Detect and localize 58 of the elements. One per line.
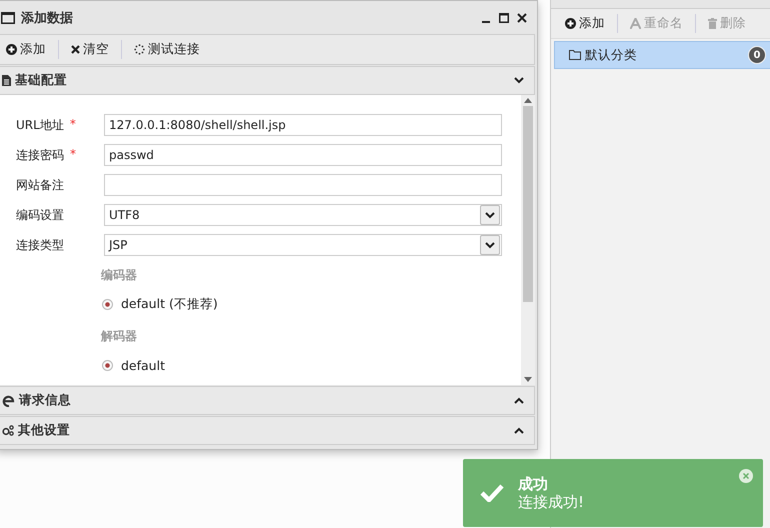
letter-a-icon (630, 18, 641, 29)
toast-title: 成功 (518, 475, 549, 493)
maximize-icon (499, 12, 509, 22)
checkmark-icon (480, 484, 504, 502)
plus-circle-icon (6, 44, 17, 55)
toolbar-button[interactable]: 添加 (2, 38, 50, 62)
toolbar-button[interactable]: 测试连接 (130, 38, 204, 62)
minimize-icon (482, 20, 490, 22)
toolbar-button[interactable]: 添加 (561, 12, 609, 36)
scroll-down-icon (524, 377, 532, 382)
field-label: 编码设置 (16, 206, 64, 224)
chevron-down-icon (485, 242, 495, 248)
close-icon (71, 45, 80, 54)
document-icon (2, 75, 11, 86)
close-icon (517, 12, 527, 22)
input-field[interactable]: passwd (104, 144, 502, 166)
section-title: 请求信息 (19, 392, 71, 409)
category-name: 默认分类 (585, 46, 637, 64)
close-icon (743, 473, 749, 479)
radio-button[interactable] (102, 360, 113, 370)
group-label: 解码器 (101, 328, 138, 342)
chevron-down-icon (514, 77, 524, 84)
count-badge: 0 (748, 46, 766, 64)
folder-icon (569, 50, 581, 60)
trash-icon (708, 18, 717, 29)
toast-message: 连接成功! (518, 493, 584, 511)
scrollbar-thumb[interactable] (523, 106, 533, 302)
spinner-icon (134, 44, 145, 55)
dropdown-field[interactable]: UTF8 (104, 204, 502, 226)
input-field[interactable]: 127.0.0.1:8080/shell/shell.jsp (104, 114, 502, 136)
field-label: 连接密码 (16, 146, 64, 164)
scroll-up-icon (524, 98, 532, 103)
input-field[interactable] (104, 174, 502, 196)
field-label: 连接类型 (16, 236, 64, 254)
chevron-up-icon (514, 427, 524, 434)
field-label: URL地址 (16, 116, 64, 134)
section-title: 基础配置 (15, 72, 67, 89)
required-asterisk: * (70, 116, 76, 132)
required-asterisk: * (70, 146, 76, 162)
window-icon (1, 12, 15, 24)
section-header[interactable]: 基础配置 (0, 66, 535, 95)
radio-label: default (121, 358, 165, 372)
section-title: 其他设置 (18, 422, 70, 439)
section-header[interactable]: 请求信息 (0, 386, 535, 415)
group-label: 编码器 (101, 267, 138, 281)
toolbar-button[interactable]: 清空 (67, 38, 113, 62)
dropdown-field[interactable]: JSP (104, 234, 502, 256)
radio-label: default (不推荐) (121, 296, 218, 312)
field-label: 网站备注 (16, 176, 64, 194)
section-header[interactable]: 其他设置 (0, 416, 535, 445)
chevron-up-icon (514, 397, 524, 404)
category-item[interactable]: 默认分类 0 (554, 41, 770, 69)
radio-button[interactable] (102, 298, 113, 310)
e-logo-icon (2, 394, 15, 406)
window-title: 添加数据 (21, 10, 73, 26)
chevron-down-icon (485, 212, 495, 218)
scrollbar[interactable] (521, 95, 535, 385)
plus-circle-icon (565, 18, 576, 29)
